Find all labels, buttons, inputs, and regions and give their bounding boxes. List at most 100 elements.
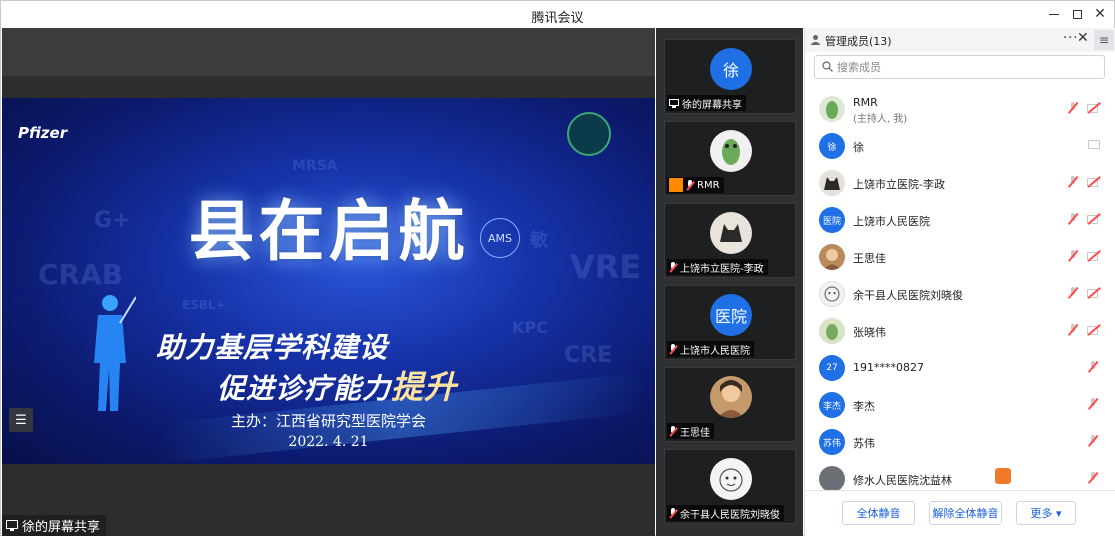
mic-muted-icon[interactable] <box>1067 250 1079 262</box>
mic-muted-icon[interactable] <box>1067 102 1079 114</box>
camera-off-icon[interactable] <box>1087 324 1101 336</box>
mic-muted-icon[interactable] <box>1087 398 1101 410</box>
window-title: 腾讯会议 <box>531 11 584 26</box>
mic-muted-icon[interactable] <box>1067 213 1079 225</box>
video-tile[interactable]: 王思佳 <box>664 367 796 442</box>
member-avatar <box>819 318 845 344</box>
person-avatar-icon <box>718 380 744 418</box>
presenter-figure-icon <box>94 295 136 411</box>
video-tile[interactable]: 医院 上饶市人民医院 <box>664 285 796 360</box>
member-row[interactable]: 张晓伟 <box>805 312 1115 348</box>
tile-avatar <box>710 212 752 254</box>
title-bar: 腾讯会议 ✕ <box>1 1 1114 28</box>
minimize-button[interactable] <box>1042 4 1066 24</box>
member-row[interactable]: 上饶市立医院-李政 <box>805 164 1115 200</box>
mic-muted-icon <box>669 425 677 437</box>
tile-label: 王思佳 <box>667 423 714 439</box>
shared-screen-stage[interactable]: CRAB G+ MRSA ESBL+ VRE KPC CRE AMS 敏 Pfi… <box>2 28 655 536</box>
member-avatar: 苏伟 <box>819 429 845 455</box>
member-name: 191****0827 <box>853 361 924 374</box>
member-avatar <box>819 170 845 196</box>
mic-muted-icon[interactable] <box>1067 176 1079 188</box>
member-row[interactable]: RMR (主持人, 我) <box>805 90 1115 126</box>
member-row[interactable]: 王思佳 <box>805 238 1115 274</box>
minimize-icon <box>1049 13 1059 15</box>
mic-muted-icon[interactable] <box>1087 361 1101 373</box>
member-row[interactable]: 李杰 李杰 <box>805 386 1115 422</box>
screen-share-icon <box>669 98 679 108</box>
list-view-button[interactable]: ☰ <box>9 408 33 432</box>
members-panel-header: 管理成员(13) ··· ✕ ≡ <box>805 28 1115 52</box>
member-search[interactable] <box>814 55 1105 79</box>
camera-off-icon[interactable] <box>1087 287 1101 299</box>
tile-name: 王思佳 <box>680 427 710 439</box>
member-avatar: 李杰 <box>819 392 845 418</box>
member-avatar: 医院 <box>819 207 845 233</box>
member-name: 徐 <box>853 141 864 154</box>
more-button[interactable]: 更多 ▾ <box>1016 501 1076 525</box>
member-avatar: 徐 <box>819 133 845 159</box>
bg-word: KPC <box>512 318 548 337</box>
tile-avatar <box>710 130 752 172</box>
mic-muted-icon <box>669 343 677 355</box>
member-search-input[interactable] <box>837 58 1097 76</box>
plant-avatar-icon <box>826 324 838 340</box>
member-avatar <box>819 281 845 307</box>
panel-menu-button[interactable]: ≡ <box>1094 30 1114 50</box>
member-name: 李杰 <box>853 400 875 413</box>
camera-off-icon[interactable] <box>1087 176 1101 188</box>
member-avatar <box>819 96 845 122</box>
slide-subtitle-1: 助力基层学科建设 <box>156 331 389 364</box>
member-list: RMR (主持人, 我) 徐 徐 上饶市立医院-李政 医院 上饶市人民医院 王思… <box>805 90 1115 490</box>
bg-word: ESBL+ <box>182 298 226 312</box>
member-row[interactable]: 徐 徐 <box>805 127 1115 163</box>
search-icon <box>822 61 833 72</box>
screen-share-label: 徐的屏幕共享 <box>2 515 107 536</box>
member-name: RMR <box>853 96 878 109</box>
maximize-button[interactable] <box>1065 4 1089 24</box>
panel-close-button[interactable]: ✕ <box>1077 30 1089 46</box>
video-tile[interactable]: RMR <box>664 121 796 196</box>
video-tile[interactable]: 徐 徐的屏幕共享 <box>664 39 796 114</box>
mic-muted-icon[interactable] <box>1087 435 1101 447</box>
mic-muted-icon <box>669 261 677 273</box>
tile-label: 上饶市人民医院 <box>667 341 754 357</box>
member-row[interactable]: 27 191****0827 <box>805 349 1115 385</box>
meeting-window: 腾讯会议 ✕ CRAB G+ MRSA ESBL+ VRE KPC CRE AM… <box>0 0 1115 536</box>
member-name: 上饶市立医院-李政 <box>853 178 945 191</box>
member-row[interactable]: 医院 上饶市人民医院 <box>805 201 1115 237</box>
member-avatar <box>819 466 845 490</box>
camera-off-icon[interactable] <box>1087 213 1101 225</box>
members-panel: 管理成员(13) ··· ✕ ≡ RMR (主持人, 我) 徐 徐 <box>804 28 1115 536</box>
cartoon-avatar-icon <box>719 468 743 492</box>
tile-name: 上饶市立医院-李政 <box>680 263 764 275</box>
camera-off-icon[interactable] <box>1087 102 1101 114</box>
video-tile[interactable]: 余干县人民医院刘晓俊 <box>664 449 796 524</box>
mic-muted-icon[interactable] <box>1067 324 1079 336</box>
unmute-all-button[interactable]: 解除全体静音 <box>929 501 1002 525</box>
slide-subtitle-2b: 提升 <box>391 368 458 406</box>
member-row[interactable]: 苏伟 苏伟 <box>805 423 1115 459</box>
list-icon: ☰ <box>15 412 27 428</box>
member-row[interactable]: 修水人民医院沈益林 <box>805 460 1115 490</box>
slide-headline: 县在启航 <box>188 192 469 270</box>
camera-off-icon[interactable] <box>1087 250 1101 262</box>
mic-muted-icon[interactable] <box>1067 287 1079 299</box>
user-icon <box>810 35 821 45</box>
screen-share-icon <box>1087 139 1101 151</box>
member-row[interactable]: 余干县人民医院刘晓俊 <box>805 275 1115 311</box>
mic-muted-icon[interactable] <box>1087 472 1101 484</box>
tile-avatar <box>710 458 752 500</box>
member-role: (主持人, 我) <box>853 114 908 125</box>
video-tile[interactable]: 上饶市立医院-李政 <box>664 203 796 278</box>
member-name: 张晓伟 <box>853 326 886 339</box>
tile-label: RMR <box>667 177 724 193</box>
video-tiles-column: 徐 徐的屏幕共享 RMR 上饶市立医院-李政 医院 上饶市人民医院 王思佳 余干… <box>656 28 803 536</box>
close-window-button[interactable]: ✕ <box>1088 4 1112 24</box>
member-name: 余干县人民医院刘晓俊 <box>853 289 963 302</box>
mute-all-button[interactable]: 全体静音 <box>842 501 915 525</box>
cartoon-avatar-icon <box>824 286 840 302</box>
pfizer-logo: Pfizer <box>18 124 68 142</box>
mic-muted-icon <box>686 179 694 191</box>
bg-word: CRE <box>564 343 613 368</box>
